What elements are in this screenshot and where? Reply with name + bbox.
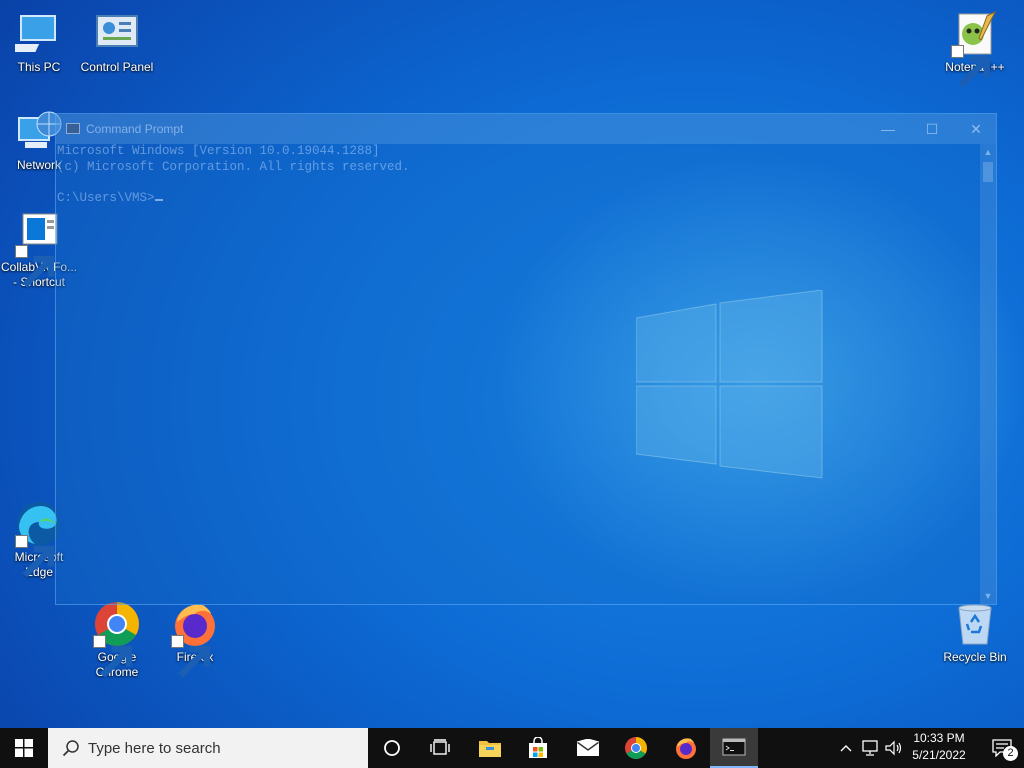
scroll-up-arrow-icon[interactable]: ▲ — [980, 144, 996, 160]
console-line: (c) Microsoft Corporation. All rights re… — [57, 159, 410, 174]
command-prompt-window[interactable]: Command Prompt — ☐ ✕ Microsoft Windows [… — [55, 113, 997, 605]
console-line: Microsoft Windows [Version 10.0.19044.12… — [57, 144, 380, 158]
store-bag-icon — [529, 737, 547, 758]
desktop-icon-notepad-plus-plus[interactable]: Notepad++ — [936, 10, 1014, 88]
desktop-icon-google-chrome[interactable]: Google Chrome — [78, 600, 156, 680]
search-icon — [62, 740, 79, 757]
taskbar-mail[interactable] — [564, 728, 612, 768]
control-panel-icon — [93, 10, 141, 58]
shortcut-arrow-icon — [171, 635, 211, 678]
firefox-icon — [676, 738, 696, 759]
folder-icon — [479, 741, 501, 757]
desktop-icon-label: Control Panel — [80, 60, 154, 74]
task-view-icon — [430, 739, 450, 755]
window-title: Command Prompt — [86, 122, 184, 136]
clock-date: 5/21/2022 — [912, 748, 966, 762]
clock-time: 10:33 PM — [913, 731, 965, 745]
scrollbar-thumb[interactable] — [983, 162, 993, 182]
windows-start-icon — [15, 739, 33, 757]
clock[interactable]: 10:33 PM 5/21/2022 — [903, 730, 975, 764]
recycle-bin-icon — [951, 600, 999, 648]
notification-badge: 2 — [1003, 746, 1018, 761]
desktop-icon-recycle-bin[interactable]: Recycle Bin — [936, 600, 1014, 665]
shortcut-arrow-icon — [93, 635, 133, 678]
console-prompt-line: C:\Users\VMS> — [57, 191, 980, 207]
taskbar-microsoft-store[interactable] — [514, 728, 562, 768]
close-button[interactable]: ✕ — [954, 114, 998, 144]
chrome-icon — [93, 600, 141, 678]
desktop-icon-label: Recycle Bin — [943, 650, 1007, 664]
speaker-icon — [885, 740, 902, 756]
search-box[interactable]: Type here to search — [48, 728, 368, 768]
taskbar: Type here to search 10:33 PM 5/21/2022 2 — [0, 728, 1024, 768]
show-hidden-icons-button[interactable] — [834, 728, 858, 768]
shortcut-arrow-icon — [15, 535, 55, 578]
notepad-plus-plus-icon — [951, 10, 999, 88]
desktop-icon-firefox[interactable]: Firefox — [156, 600, 234, 678]
action-center-button[interactable]: 2 — [980, 728, 1024, 768]
desktop: This PC Control Panel Notepad++ Network … — [0, 0, 1024, 728]
minimize-button[interactable]: — — [866, 114, 910, 144]
taskbar-file-explorer[interactable] — [466, 728, 514, 768]
cortana-button[interactable] — [368, 728, 416, 768]
chevron-up-icon — [840, 745, 852, 752]
desktop-icon-label: This PC — [17, 60, 61, 74]
cmd-icon — [66, 123, 80, 134]
task-view-button[interactable] — [416, 728, 464, 768]
computer-icon — [15, 10, 63, 58]
cortana-circle-icon — [384, 740, 400, 756]
network-tray-button[interactable] — [858, 728, 882, 768]
mail-envelope-icon — [576, 739, 600, 756]
network-wired-icon — [862, 740, 878, 756]
cmd-icon — [722, 738, 746, 756]
start-button[interactable] — [0, 728, 48, 768]
taskbar-command-prompt[interactable] — [710, 728, 758, 768]
desktop-icon-this-pc[interactable]: This PC — [0, 10, 78, 75]
scroll-down-arrow-icon[interactable]: ▼ — [980, 588, 996, 604]
search-placeholder: Type here to search — [88, 739, 221, 757]
window-titlebar[interactable]: Command Prompt — ☐ ✕ — [56, 114, 996, 144]
text-cursor — [154, 198, 163, 201]
shortcut-arrow-icon — [951, 45, 991, 88]
vertical-scrollbar[interactable]: ▲ ▼ — [980, 144, 996, 604]
desktop-icon-control-panel[interactable]: Control Panel — [78, 10, 156, 75]
console-prompt: C:\Users\VMS> — [57, 190, 155, 205]
maximize-button[interactable]: ☐ — [910, 114, 954, 144]
taskbar-google-chrome[interactable] — [612, 728, 660, 768]
firefox-icon — [171, 600, 219, 678]
taskbar-firefox[interactable] — [662, 728, 710, 768]
chrome-icon — [625, 737, 647, 759]
shortcut-arrow-icon — [15, 245, 55, 288]
console-output[interactable]: Microsoft Windows [Version 10.0.19044.12… — [56, 144, 980, 604]
